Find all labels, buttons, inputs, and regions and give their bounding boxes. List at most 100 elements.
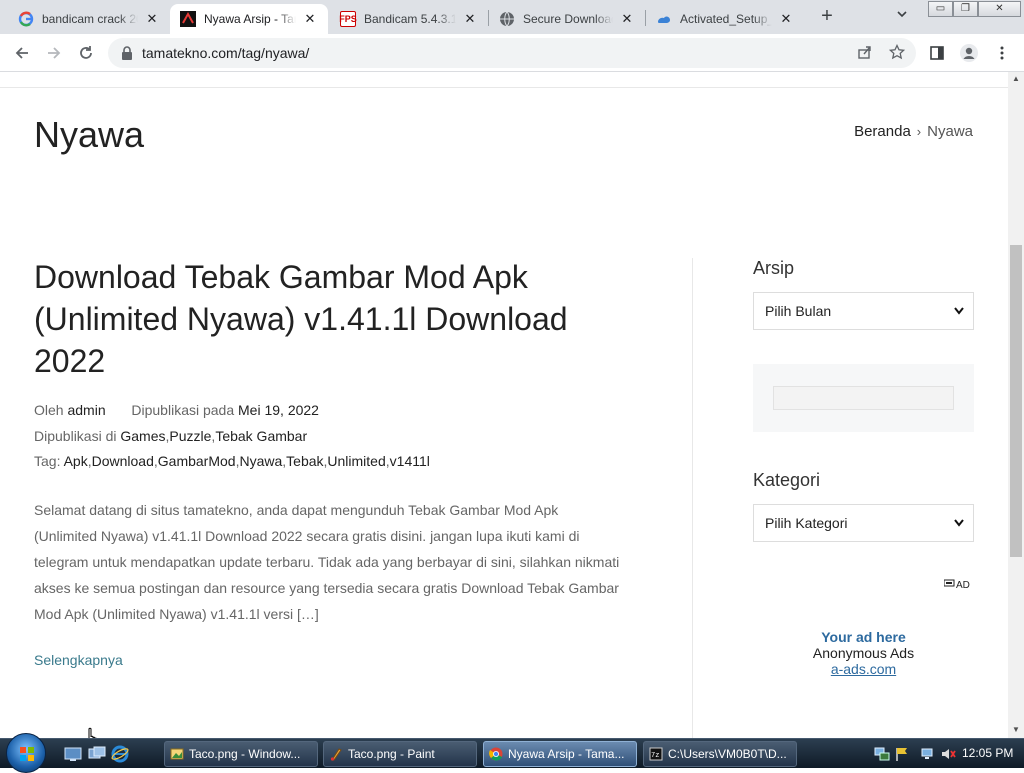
- bookmark-star-icon[interactable]: [888, 43, 906, 62]
- back-arrow-icon: [15, 47, 28, 59]
- tab-bandicam-crack[interactable]: bandicam crack 20 ✕: [8, 4, 170, 34]
- google-icon: [18, 11, 34, 27]
- tab-close-icon[interactable]: ✕: [302, 11, 318, 27]
- side-panel-button[interactable]: [924, 40, 950, 66]
- action-center-flag-icon[interactable]: [894, 746, 910, 762]
- new-tab-button[interactable]: +: [815, 5, 839, 29]
- category-select-value: Pilih Kategori: [765, 515, 848, 531]
- close-window-button[interactable]: ✕: [978, 1, 1021, 17]
- tag-link-tebak[interactable]: Tebak: [286, 453, 323, 469]
- post-excerpt: Selamat datang di situs tamatekno, anda …: [34, 502, 620, 622]
- system-clock[interactable]: 12:05 PM: [962, 746, 1013, 760]
- address-bar[interactable]: tamatekno.com/tag/nyawa/: [108, 38, 916, 68]
- tab-close-icon[interactable]: ✕: [462, 11, 478, 27]
- category-link-puzzle[interactable]: Puzzle: [169, 428, 211, 444]
- category-link-games[interactable]: Games: [120, 428, 165, 444]
- scrollbar-thumb[interactable]: [1010, 245, 1022, 557]
- taskbar-item-label: Taco.png - Window...: [189, 747, 301, 761]
- tab-strip: bandicam crack 20 ✕ Nyawa Arsip - Tam ✕ …: [0, 0, 1024, 34]
- breadcrumb: Beranda › Nyawa: [854, 123, 973, 140]
- tab-bandicam[interactable]: FPS Bandicam 5.4.3.19 ✕: [330, 4, 488, 34]
- tag-link-v1411l[interactable]: v1411l: [390, 453, 430, 469]
- category-link-tebak-gambar[interactable]: Tebak Gambar: [215, 428, 307, 444]
- tab-search-chevron-icon[interactable]: [896, 8, 908, 23]
- tab-title: Bandicam 5.4.3.19: [364, 12, 456, 26]
- tag-link-unlimited[interactable]: Unlimited: [327, 453, 385, 469]
- tamatekno-icon: [180, 11, 196, 27]
- tab-nyawa-arsip[interactable]: Nyawa Arsip - Tam ✕: [170, 4, 328, 34]
- ad-icon: [943, 579, 955, 587]
- archive-month-select[interactable]: Pilih Bulan: [753, 292, 974, 330]
- taskbar-item-label: Nyawa Arsip - Tama...: [508, 747, 625, 761]
- taskbar-item-chrome[interactable]: Nyawa Arsip - Tama...: [483, 741, 637, 767]
- post-title-link[interactable]: Download Tebak Gambar Mod Apk (Unlimited…: [34, 256, 634, 382]
- back-button[interactable]: [9, 40, 35, 66]
- archive-select-value: Pilih Bulan: [765, 303, 832, 319]
- author-link[interactable]: admin: [67, 402, 105, 418]
- start-button[interactable]: [6, 733, 46, 773]
- ad-label-text: AD: [956, 580, 970, 591]
- post-meta-categories: Dipublikasi di Games,Puzzle,Tebak Gambar: [34, 428, 308, 444]
- show-desktop-icon[interactable]: [64, 745, 82, 763]
- lock-icon[interactable]: [120, 45, 134, 61]
- minimize-button[interactable]: ▭: [928, 1, 953, 17]
- side-panel-icon: [930, 46, 944, 60]
- forward-arrow-icon: [48, 47, 61, 59]
- tab-title: bandicam crack 20: [42, 12, 138, 26]
- share-icon[interactable]: [856, 44, 874, 62]
- read-more-link[interactable]: Selengkapnya: [34, 652, 123, 668]
- taskbar-item-cmd[interactable]: 7z C:\Users\VM0B0T\D...: [643, 741, 797, 767]
- tag-link-nyawa[interactable]: Nyawa: [239, 453, 282, 469]
- ad-link[interactable]: a-ads.com: [753, 661, 974, 677]
- fps-icon: FPS: [339, 11, 357, 27]
- tag-link-gambarmod[interactable]: GambarMod: [158, 453, 236, 469]
- browser-toolbar: tamatekno.com/tag/nyawa/: [0, 34, 1024, 72]
- published-prefix: Dipublikasi pada: [131, 402, 235, 418]
- reload-button[interactable]: [73, 40, 99, 66]
- page-scrollbar[interactable]: ▲ ▼: [1008, 72, 1024, 738]
- volume-muted-icon[interactable]: [940, 746, 956, 762]
- scroll-up-arrow-icon[interactable]: ▲: [1008, 74, 1024, 83]
- switch-windows-icon[interactable]: [88, 745, 106, 763]
- menu-button[interactable]: [989, 40, 1015, 66]
- taskbar-item-photo-viewer[interactable]: Taco.png - Window...: [164, 741, 318, 767]
- profile-button[interactable]: [956, 40, 982, 66]
- internet-explorer-icon[interactable]: [111, 745, 129, 763]
- page-title: Nyawa: [34, 114, 145, 155]
- taskbar-item-paint[interactable]: Taco.png - Paint: [323, 741, 477, 767]
- restore-button[interactable]: ❐: [953, 1, 978, 17]
- tab-activated-setup[interactable]: Activated_Setup_B ✕: [646, 4, 804, 34]
- profile-avatar-icon: [960, 44, 978, 62]
- breadcrumb-current: Nyawa: [927, 123, 973, 140]
- taskbar-item-label: Taco.png - Paint: [348, 747, 435, 761]
- network-status-icon[interactable]: [874, 746, 890, 762]
- sidebar-divider: [692, 258, 693, 738]
- cmd-icon: 7z: [649, 747, 663, 761]
- tag-link-apk[interactable]: Apk: [64, 453, 88, 469]
- tab-close-icon[interactable]: ✕: [619, 11, 635, 27]
- scroll-down-arrow-icon[interactable]: ▼: [1008, 725, 1024, 734]
- category-select[interactable]: Pilih Kategori: [753, 504, 974, 542]
- tab-secure-download[interactable]: Secure Download ✕: [489, 4, 645, 34]
- header-divider: [0, 87, 1008, 88]
- breadcrumb-home-link[interactable]: Beranda: [854, 123, 911, 140]
- page-viewport: Nyawa Beranda › Nyawa Download Tebak Gamba…: [0, 72, 1008, 738]
- ad-block[interactable]: Your ad here Anonymous Ads a-ads.com: [753, 629, 974, 677]
- windows-logo-icon: [20, 747, 34, 761]
- forward-button[interactable]: [41, 40, 67, 66]
- chevron-down-icon: [953, 293, 965, 344]
- category-widget-title: Kategori: [753, 470, 821, 490]
- tags-prefix: Tag:: [34, 453, 61, 469]
- ad-badge[interactable]: AD: [943, 579, 970, 591]
- published-date-link[interactable]: Mei 19, 2022: [238, 402, 319, 418]
- url-text[interactable]: tamatekno.com/tag/nyawa/: [142, 45, 309, 61]
- tag-link-download[interactable]: Download: [92, 453, 154, 469]
- tab-close-icon[interactable]: ✕: [778, 11, 794, 27]
- ad-headline[interactable]: Your ad here: [753, 629, 974, 645]
- categories-prefix: Dipublikasi di: [34, 428, 117, 444]
- post-meta-tags: Tag: Apk,Download,GambarMod,Nyawa,Tebak,…: [34, 453, 430, 469]
- tab-title: Activated_Setup_B: [680, 12, 772, 26]
- network-icon[interactable]: [920, 746, 936, 762]
- search-input[interactable]: [773, 386, 954, 410]
- tab-close-icon[interactable]: ✕: [144, 11, 160, 27]
